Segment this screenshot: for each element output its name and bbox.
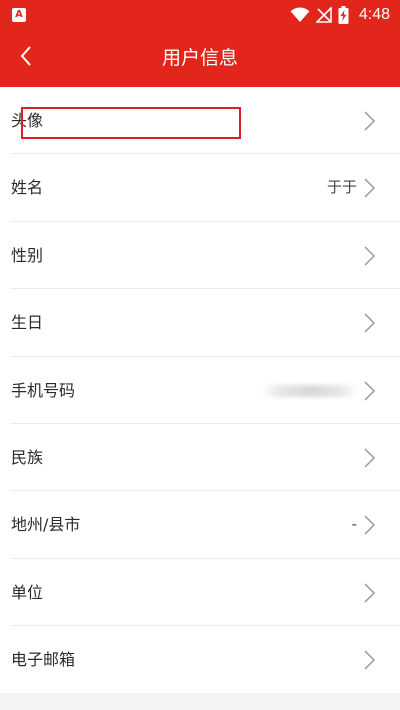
chevron-right-icon: [362, 650, 376, 670]
row-value: 于于: [326, 178, 357, 197]
no-signal-icon: [315, 7, 332, 23]
chevron-right-icon: [362, 313, 376, 333]
chevron-left-icon: [19, 45, 33, 71]
row-label: 民族: [11, 447, 44, 467]
chevron-right-icon: [362, 381, 376, 401]
row-email[interactable]: 电子邮箱: [10, 626, 400, 693]
row-name[interactable]: 姓名 于于: [10, 154, 400, 222]
row-gender[interactable]: 性别: [10, 222, 400, 290]
row-avatar[interactable]: 头像: [10, 87, 400, 155]
row-region[interactable]: 地州/县市 -: [10, 491, 400, 559]
chevron-right-icon: [362, 515, 376, 535]
row-label: 电子邮箱: [11, 650, 76, 670]
chevron-right-icon: [362, 111, 376, 131]
row-label: 地州/县市: [11, 515, 81, 535]
chevron-right-icon: [362, 178, 376, 198]
chevron-right-icon: [362, 246, 376, 266]
row-birthday[interactable]: 生日: [10, 289, 400, 357]
row-label: 头像: [11, 111, 44, 130]
status-time: 4:48: [358, 6, 390, 23]
chevron-right-icon: [362, 448, 376, 468]
bottom-area: [0, 693, 400, 710]
user-info-list: 头像 姓名 于于 性别 生日 手机号码 民族 地州/县市 - 单位 电子邮箱: [0, 87, 400, 694]
row-label: 生日: [11, 313, 44, 333]
row-label: 性别: [11, 245, 44, 265]
row-organization[interactable]: 单位: [10, 559, 400, 627]
row-label: 姓名: [11, 178, 44, 198]
chevron-right-icon: [362, 583, 376, 603]
app-header: 用户信息: [0, 29, 400, 87]
page-title: 用户信息: [161, 47, 238, 69]
back-button[interactable]: [8, 39, 44, 77]
row-value: -: [351, 515, 357, 534]
row-phone[interactable]: 手机号码: [10, 357, 400, 424]
row-ethnicity[interactable]: 民族: [10, 424, 400, 492]
row-label: 手机号码: [11, 380, 76, 400]
redacted-phone-number: [262, 384, 358, 397]
status-icons: 4:48: [290, 6, 390, 24]
app-notification-icon: A: [12, 8, 26, 22]
status-bar: A 4:48: [0, 0, 400, 29]
row-label: 单位: [11, 582, 44, 602]
wifi-icon: [290, 7, 310, 23]
battery-charging-icon: [338, 6, 349, 24]
